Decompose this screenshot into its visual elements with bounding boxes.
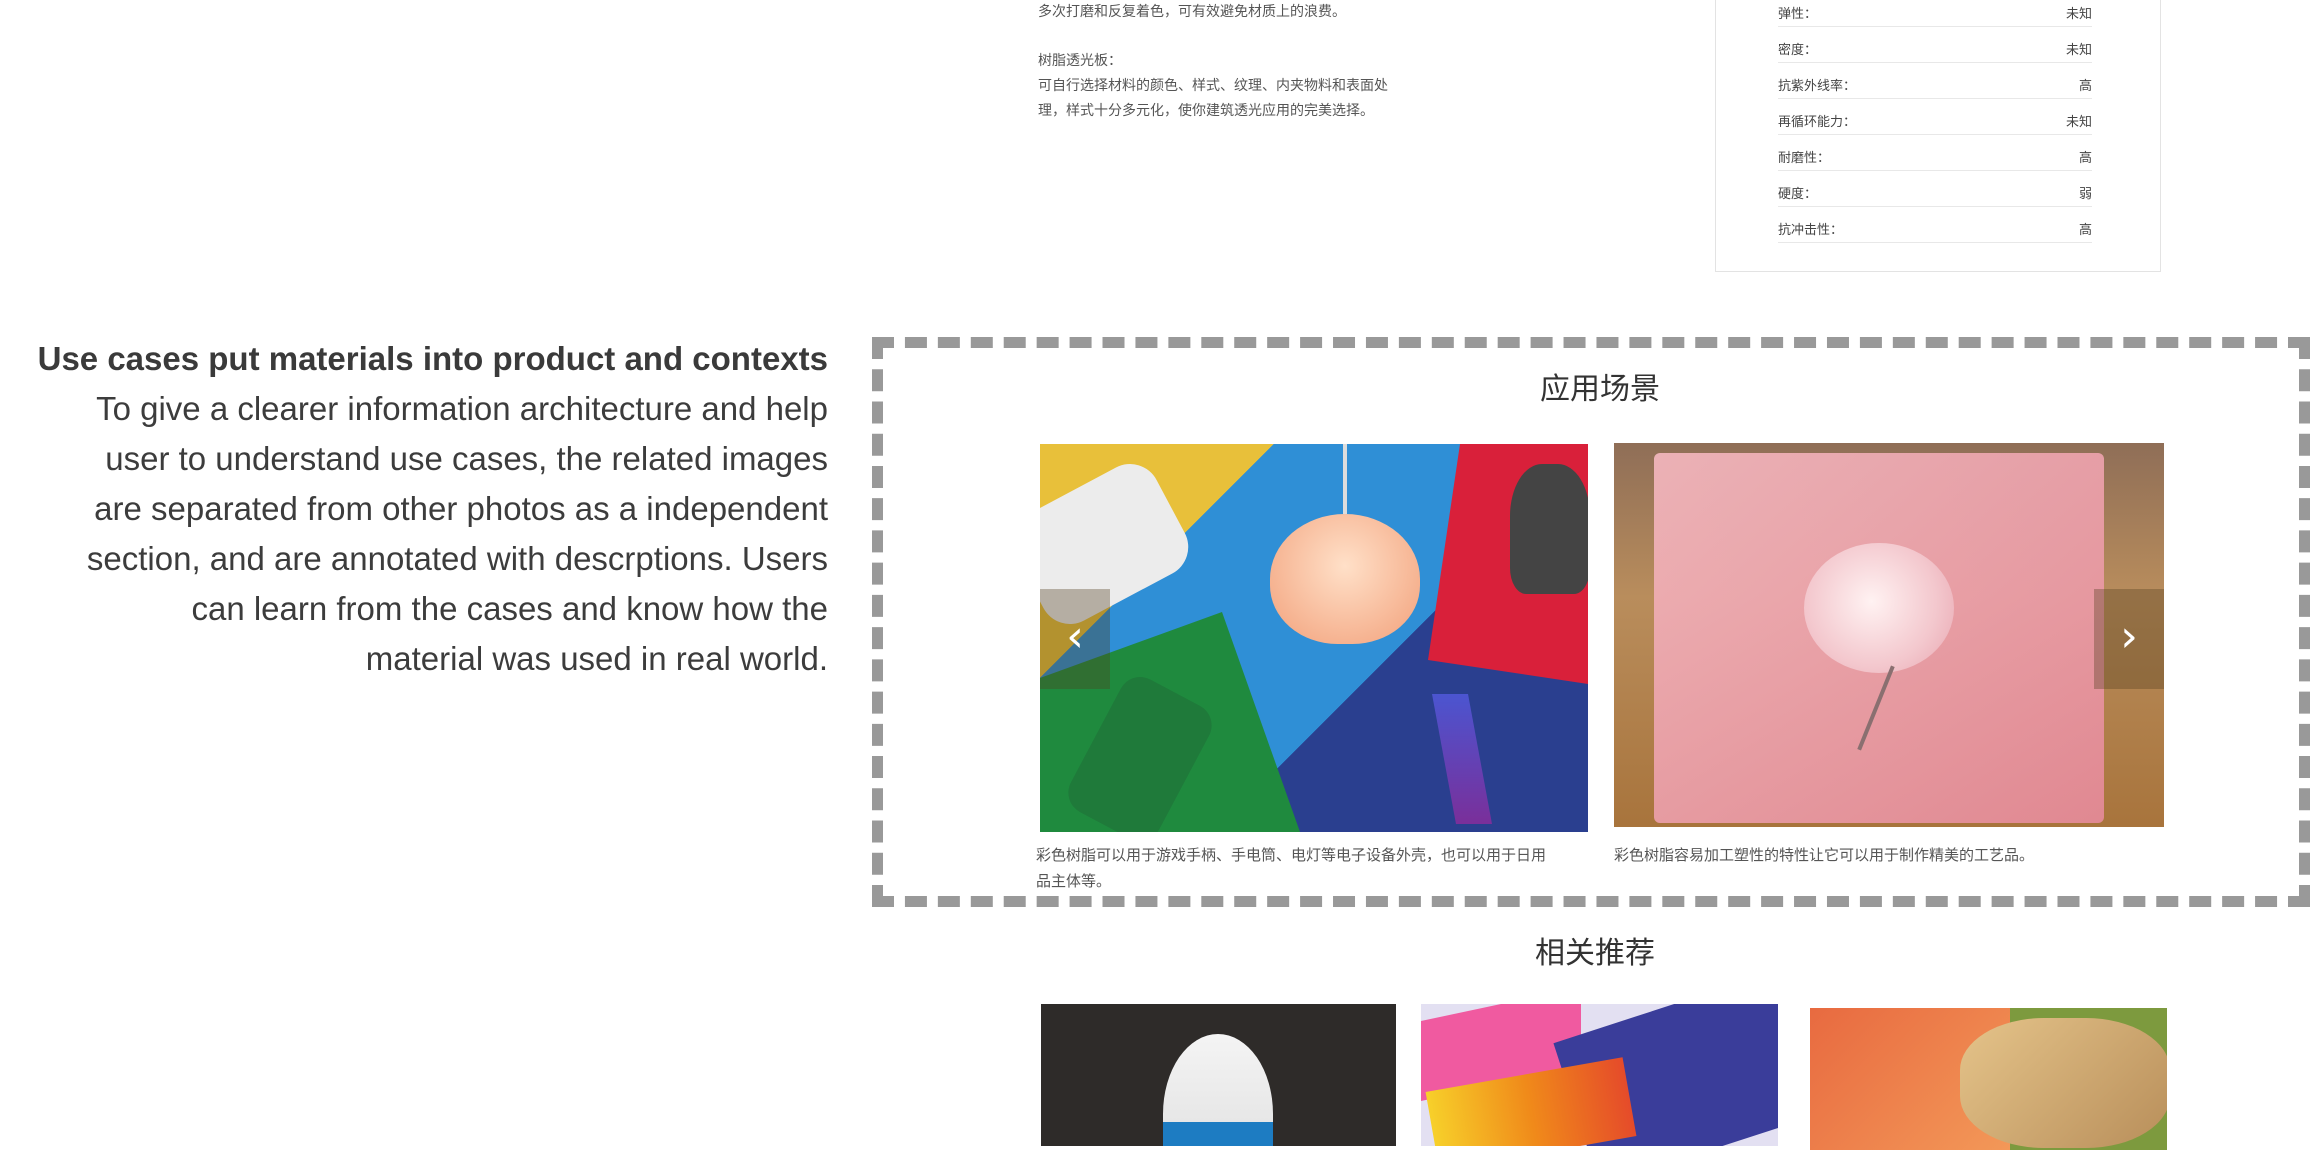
chevron-left-icon: ‹ — [1066, 611, 1084, 662]
annotation-line: section, and are annotated with descrpti… — [86, 540, 828, 577]
property-name: 密度： — [1778, 43, 1818, 58]
property-row: 抗冲击性： 高 — [1778, 216, 2092, 243]
carousel-prev-button[interactable]: ‹ — [1040, 589, 1110, 689]
property-name: 抗冲击性： — [1778, 223, 1844, 238]
related-item-surfboard[interactable] — [1041, 1004, 1396, 1146]
property-row: 密度： 未知 — [1778, 36, 2092, 63]
description-paragraph: 可自行选择材料的颜色、样式、纹理、内夹物料和表面处 理，样式十分多元化，使你建筑… — [1038, 78, 1388, 119]
property-row: 弹性： 未知 — [1778, 0, 2092, 27]
property-row: 抗紫外线率： 高 — [1778, 72, 2092, 99]
description-heading: 树脂透光板： — [1038, 53, 1122, 69]
property-value: 未知 — [2065, 7, 2092, 22]
chevron-right-icon: › — [2120, 611, 2138, 662]
property-name: 耐磨性： — [1778, 151, 1831, 166]
property-row: 硬度： 弱 — [1778, 180, 2092, 207]
annotation-line: To give a clearer information architectu… — [96, 390, 828, 427]
property-name: 弹性： — [1778, 7, 1818, 22]
carousel-next-button[interactable]: › — [2094, 589, 2164, 689]
design-annotation: Use cases put materials into product and… — [0, 334, 828, 684]
property-value: 高 — [2078, 151, 2092, 166]
scene-image-resin-rose[interactable] — [1614, 443, 2164, 827]
property-value: 弱 — [2078, 187, 2092, 202]
annotation-line: user to understand use cases, the relate… — [105, 440, 828, 477]
property-value: 未知 — [2065, 43, 2092, 58]
annotation-line: can learn from the cases and know how th… — [191, 590, 828, 627]
related-item-resin-wood[interactable] — [1810, 1008, 2167, 1150]
property-value: 高 — [2078, 79, 2092, 94]
description-paragraph: 多次打磨和反复着色，可有效避免材质上的浪费。 — [1038, 4, 1346, 20]
property-name: 硬度： — [1778, 187, 1818, 202]
section-title-related: 相关推荐 — [1535, 936, 1655, 971]
property-row: 耐磨性： 高 — [1778, 144, 2092, 171]
scene-caption: 彩色树脂容易加工塑性的特性让它可以用于制作精美的工艺品。 — [1614, 846, 2035, 864]
property-value: 高 — [2078, 223, 2092, 238]
related-item-color-sheets[interactable] — [1421, 1004, 1778, 1146]
property-row: 再循环能力： 未知 — [1778, 108, 2092, 135]
material-description: 多次打磨和反复着色，可有效避免材质上的浪费。 树脂透光板： 可自行选择材料的颜色… — [1038, 0, 1398, 124]
property-name: 抗紫外线率： — [1778, 79, 1857, 94]
annotation-line: material was used in real world. — [365, 640, 828, 677]
scene-caption: 彩色树脂可以用于游戏手柄、手电筒、电灯等电子设备外壳，也可以用于日用 品主体等。 — [1036, 846, 1547, 890]
properties-card: 弹性： 未知 密度： 未知 抗紫外线率： 高 再循环能力： 未知 耐磨性： 高 … — [1715, 0, 2161, 272]
property-name: 再循环能力： — [1778, 115, 1857, 130]
scene-image-electronics[interactable] — [1040, 444, 1588, 832]
section-title-scenes: 应用场景 — [1540, 372, 1660, 407]
annotation-line: are separated from other photos as a ind… — [94, 490, 828, 527]
property-value: 未知 — [2065, 115, 2092, 130]
annotation-heading: Use cases put materials into product and… — [37, 340, 828, 377]
